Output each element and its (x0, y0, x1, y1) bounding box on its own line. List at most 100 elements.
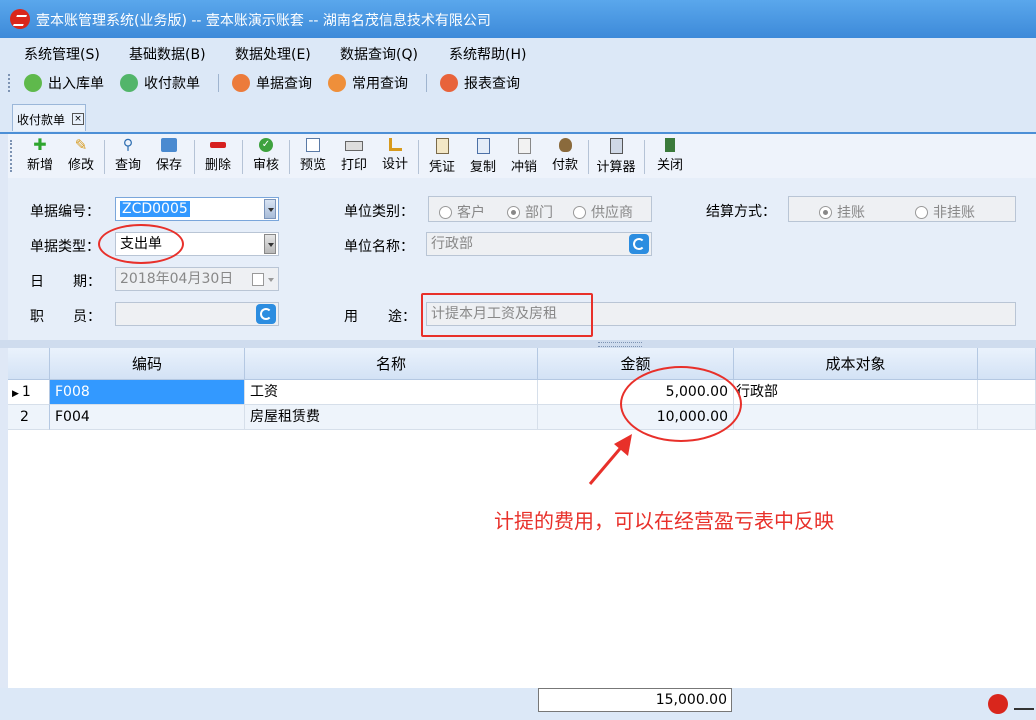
purpose-label-b: 途： (388, 309, 416, 325)
doc-no-value: ZCD0005 (120, 201, 190, 217)
row-pointer-icon: ▶ (12, 389, 19, 399)
tab-payment-bill[interactable]: 收付款单 × (12, 104, 86, 131)
copy-button[interactable]: 复制 (463, 136, 503, 176)
doc-no-select[interactable]: ZCD0005 (115, 197, 279, 221)
menu-basic-data[interactable]: 基础数据(B) (129, 44, 206, 64)
refresh-icon[interactable] (256, 304, 276, 324)
radio-circle (573, 205, 586, 219)
close-icon[interactable]: × (72, 113, 84, 125)
chevron-down-icon (268, 278, 274, 282)
menu-help[interactable]: 系统帮助(H) (449, 44, 526, 64)
col-header-filler (978, 348, 1036, 380)
col-header-code[interactable]: 编码 (50, 348, 245, 380)
quick-stock-bill-button[interactable]: 出入库单 (24, 72, 104, 94)
date-label-a: 日 (30, 274, 44, 290)
voucher-button[interactable]: 凭证 (422, 136, 462, 176)
check-icon: ✓ (259, 138, 273, 152)
radio-on-account[interactable]: 挂账 (819, 202, 865, 222)
query-button[interactable]: ⚲ 查询 (108, 136, 148, 176)
radio-department[interactable]: 部门 (507, 202, 553, 222)
unit-name-field[interactable]: 行政部 (426, 232, 652, 256)
app-logo-icon (10, 9, 30, 29)
audit-button[interactable]: ✓ 审核 (246, 136, 286, 176)
preview-icon (306, 138, 320, 152)
staff-field[interactable] (115, 302, 279, 326)
query-label: 查询 (114, 158, 141, 173)
delete-button[interactable]: 删除 (198, 136, 238, 176)
toolbar-divider (426, 74, 427, 92)
quick-payment-bill-button[interactable]: 收付款单 (120, 72, 200, 94)
reverse-button[interactable]: 冲销 (504, 136, 544, 176)
radio-circle-selected (507, 205, 520, 219)
quick-stock-bill-label: 出入库单 (48, 76, 104, 92)
radio-customer[interactable]: 客户 (439, 202, 485, 222)
edit-button[interactable]: ✎ 修改 (61, 136, 101, 176)
report-query-icon (440, 74, 458, 92)
radio-not-on-account[interactable]: 非挂账 (915, 202, 975, 222)
pay-label: 付款 (551, 158, 578, 173)
cell-cost-object[interactable] (734, 405, 978, 430)
chevron-down-icon[interactable] (264, 199, 276, 219)
splitter-handle[interactable] (0, 340, 1036, 348)
total-amount: 15,000.00 (538, 688, 732, 712)
payment-bill-icon (120, 74, 138, 92)
close-label: 关闭 (656, 158, 683, 173)
toolbar-divider (588, 140, 589, 174)
pay-button[interactable]: 付款 (545, 136, 585, 176)
cell-name[interactable]: 房屋租赁费 (245, 405, 538, 430)
date-picker[interactable]: 2018年04月30日 (115, 267, 279, 291)
chevron-down-icon[interactable] (264, 234, 276, 254)
printer-icon (345, 141, 363, 151)
menu-data-query[interactable]: 数据查询(Q) (340, 44, 418, 64)
cell-name[interactable]: 工资 (245, 380, 538, 405)
unit-type-radio-group: 客户 部门 供应商 (428, 196, 652, 222)
calculator-label: 计算器 (596, 160, 636, 175)
new-button[interactable]: ✚ 新增 (20, 136, 60, 176)
window-title: 壹本账管理系统(业务版) -- 壹本账演示账套 -- 湖南名茂信息技术有限公司 (36, 13, 491, 29)
calculator-button[interactable]: 计算器 (592, 136, 640, 176)
floppy-icon (161, 138, 177, 152)
cell-code[interactable]: F008 (50, 380, 245, 405)
toolbar-divider (242, 140, 243, 174)
print-button[interactable]: 打印 (334, 136, 374, 176)
quick-common-query-button[interactable]: 常用查询 (328, 72, 408, 94)
purpose-label-a: 用 (344, 309, 358, 325)
doc-no-label: 单据编号： (30, 204, 100, 220)
row-index: 1 (21, 384, 31, 400)
toolbar-grip (10, 140, 14, 172)
radio-supplier[interactable]: 供应商 (573, 202, 633, 222)
bill-query-icon (232, 74, 250, 92)
radio-on-account-label: 挂账 (837, 205, 865, 221)
col-header-cost-object[interactable]: 成本对象 (734, 348, 978, 380)
row-header[interactable]: ▶ 1 (8, 380, 50, 405)
quick-bill-query-button[interactable]: 单据查询 (232, 72, 312, 94)
design-button[interactable]: 设计 (375, 136, 415, 176)
reverse-label: 冲销 (510, 160, 537, 175)
unit-name-label: 单位名称： (344, 239, 414, 255)
radio-circle-selected (819, 205, 832, 219)
row-header[interactable]: 2 (8, 405, 50, 430)
calculator-icon (609, 138, 623, 154)
cell-filler (978, 405, 1036, 430)
date-label-b: 期： (73, 274, 101, 290)
toolbar-divider (194, 140, 195, 174)
toolbar-divider (104, 140, 105, 174)
document-icon (435, 138, 449, 154)
print-label: 打印 (340, 158, 367, 173)
cell-code[interactable]: F004 (50, 405, 245, 430)
preview-button[interactable]: 预览 (293, 136, 333, 176)
radio-supplier-label: 供应商 (591, 205, 633, 221)
exit-door-icon (665, 138, 675, 152)
close-button[interactable]: 关闭 (650, 136, 690, 176)
stock-bill-icon (24, 74, 42, 92)
unit-name-value: 行政部 (431, 236, 473, 252)
col-header-name[interactable]: 名称 (245, 348, 538, 380)
quick-report-query-button[interactable]: 报表查询 (440, 72, 520, 94)
refresh-icon[interactable] (629, 234, 649, 254)
menu-data-processing[interactable]: 数据处理(E) (235, 44, 311, 64)
save-button[interactable]: 保存 (149, 136, 189, 176)
menu-system[interactable]: 系统管理(S) (24, 44, 100, 64)
calendar-icon[interactable] (252, 273, 264, 286)
money-bag-icon (558, 138, 572, 152)
cell-cost-object[interactable]: 行政部 (734, 380, 978, 405)
